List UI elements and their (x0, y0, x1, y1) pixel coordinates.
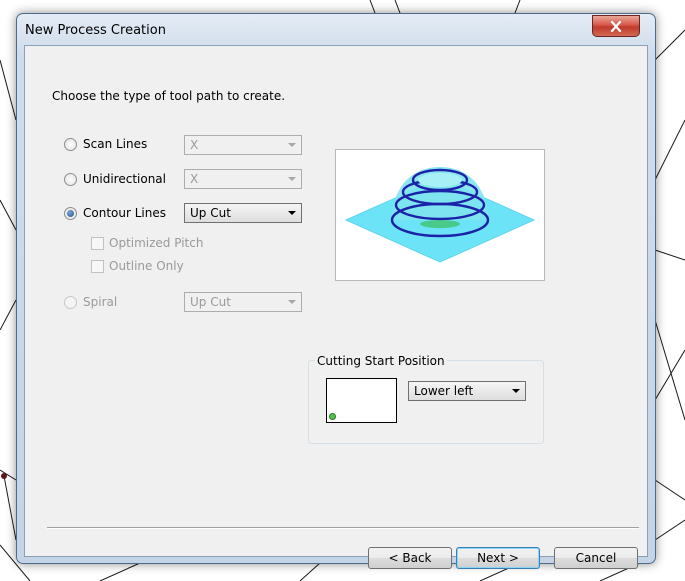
close-x-icon (610, 20, 622, 32)
start-point-marker (329, 413, 336, 420)
chevron-down-icon (288, 143, 296, 147)
spiral-cut-value: Up Cut (190, 295, 231, 309)
unidirectional-direction-select[interactable]: X (184, 169, 302, 189)
scan-lines-radio[interactable] (64, 137, 77, 151)
spiral-radio[interactable] (64, 295, 77, 309)
tool-path-preview (335, 149, 545, 281)
next-button[interactable]: Next > (456, 547, 540, 569)
unidirectional-option[interactable]: Unidirectional (64, 172, 166, 186)
optimized-pitch-checkbox[interactable] (91, 236, 104, 250)
contour-lines-label: Contour Lines (83, 206, 166, 220)
chevron-down-icon (512, 389, 520, 393)
contour-preview-image (344, 167, 536, 263)
outline-only-label: Outline Only (109, 259, 184, 273)
scan-lines-direction-select[interactable]: X (184, 135, 302, 155)
cancel-button[interactable]: Cancel (554, 547, 638, 569)
instruction-text: Choose the type of tool path to create. (52, 89, 286, 103)
unidirectional-label: Unidirectional (83, 172, 166, 186)
contour-lines-option[interactable]: Contour Lines (64, 206, 166, 220)
contour-lines-radio[interactable] (64, 206, 77, 220)
cutting-start-position-title: Cutting Start Position (315, 354, 447, 368)
dialog-client-area: Choose the type of tool path to create. … (24, 45, 648, 569)
chevron-down-icon (288, 177, 296, 181)
close-button[interactable] (592, 15, 640, 37)
contour-lines-cut-value: Up Cut (190, 206, 231, 220)
unidirectional-direction-value: X (190, 172, 199, 186)
spiral-label: Spiral (83, 295, 118, 309)
spiral-option[interactable]: Spiral (64, 295, 117, 309)
spiral-cut-select[interactable]: Up Cut (184, 292, 302, 312)
optimized-pitch-label: Optimized Pitch (109, 236, 204, 250)
button-separator (47, 527, 639, 529)
back-button[interactable]: < Back (368, 547, 452, 569)
scan-lines-direction-value: X (190, 138, 199, 152)
start-position-preview (326, 378, 397, 423)
optimized-pitch-option[interactable]: Optimized Pitch (91, 236, 203, 250)
unidirectional-radio[interactable] (64, 172, 77, 186)
window-title: New Process Creation (25, 23, 166, 38)
new-process-creation-dialog: New Process Creation Choose the type of … (16, 13, 656, 569)
start-position-value: Lower left (414, 384, 474, 398)
contour-lines-cut-select[interactable]: Up Cut (184, 203, 302, 223)
chevron-down-icon (288, 211, 296, 215)
chevron-down-icon (288, 300, 296, 304)
outline-only-checkbox[interactable] (91, 259, 104, 273)
start-position-select[interactable]: Lower left (408, 381, 526, 401)
scan-lines-option[interactable]: Scan Lines (64, 137, 147, 151)
scan-lines-label: Scan Lines (83, 137, 148, 151)
outline-only-option[interactable]: Outline Only (91, 259, 184, 273)
